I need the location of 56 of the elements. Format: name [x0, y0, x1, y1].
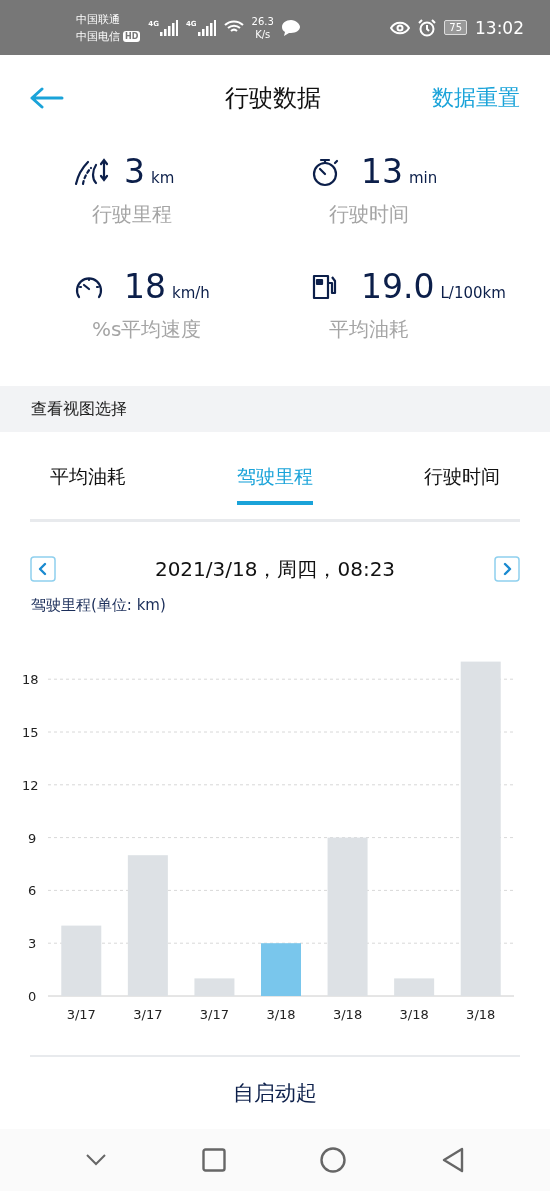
axis-tick-label: 3/17 [199, 1007, 230, 1022]
stat-label: 行驶里程 [92, 201, 173, 228]
axis-tick-label: 3/18 [266, 1007, 296, 1022]
stat-value: 18 [124, 267, 166, 306]
signal-icon [197, 19, 216, 36]
clock-time: 13:02 [475, 17, 524, 38]
date-time: 2021/3/18，周四，08:23 [154, 555, 396, 583]
hd-badge: HD [123, 30, 141, 42]
stat-value: 3 [124, 152, 145, 191]
battery-level: 75 [444, 20, 467, 35]
stat-value: 19.0 [361, 267, 435, 306]
home-circle-icon[interactable] [320, 1147, 347, 1173]
axis-tick-label: 18 [22, 672, 39, 688]
recents-square-icon[interactable] [201, 1148, 226, 1172]
section-title: 查看视图选择 [31, 398, 127, 420]
signal-icon [159, 19, 178, 36]
fuel-pump-icon [311, 272, 339, 301]
stat-label: 平均油耗 [329, 316, 410, 343]
axis-tick-label: 6 [28, 883, 37, 899]
back-triangle-icon[interactable] [440, 1147, 465, 1173]
stat-unit: L/100km [440, 284, 506, 302]
stat-unit: min [409, 169, 438, 187]
next-chevron-icon[interactable] [494, 556, 520, 582]
stat-unit: km [151, 169, 175, 187]
axis-tick-label: 3/18 [399, 1007, 429, 1022]
axis-tick-label: 15 [22, 725, 39, 740]
page-title: 行驶数据 [225, 82, 321, 114]
alarm-clock-icon [418, 18, 437, 37]
carrier-name: 中国联通 [76, 11, 121, 28]
axis-tick-label: 3 [28, 936, 37, 952]
chart-label: 驾驶里程(单位: km) [30, 595, 167, 615]
stat-unit: km/h [172, 284, 210, 302]
axis-tick-label: 12 [22, 777, 39, 793]
axis-tick-label: 3/18 [466, 1007, 496, 1022]
wifi-icon [223, 20, 244, 35]
section-heading: 自启动起 [233, 1080, 317, 1107]
chat-bubble-icon [281, 19, 300, 36]
axis-tick-label: 3/17 [133, 1007, 163, 1022]
stat-label: 行驶时间 [329, 201, 410, 228]
collapse-chevron-icon[interactable] [85, 1153, 108, 1167]
carrier-name: 中国电信 [76, 28, 120, 45]
axis-tick-label: 0 [28, 989, 37, 1004]
stat-label: %s平均速度 [92, 316, 203, 343]
back-arrow-icon[interactable] [30, 86, 64, 109]
view-tab[interactable]: 行驶时间 [424, 432, 500, 505]
eye-icon [390, 20, 411, 35]
network-speed: 26.3 [251, 14, 274, 28]
stat-value: 13 [361, 152, 403, 191]
axis-tick-label: 3/18 [332, 1007, 363, 1022]
axis-tick-label: 9 [28, 830, 37, 846]
stopwatch-icon [311, 156, 341, 187]
speed-unit: K/s [255, 27, 271, 41]
previous-chevron-icon[interactable] [30, 556, 56, 582]
axis-tick-label: 3/17 [66, 1007, 96, 1022]
view-tab[interactable]: 平均油耗 [50, 432, 126, 505]
road-icon [74, 156, 110, 187]
